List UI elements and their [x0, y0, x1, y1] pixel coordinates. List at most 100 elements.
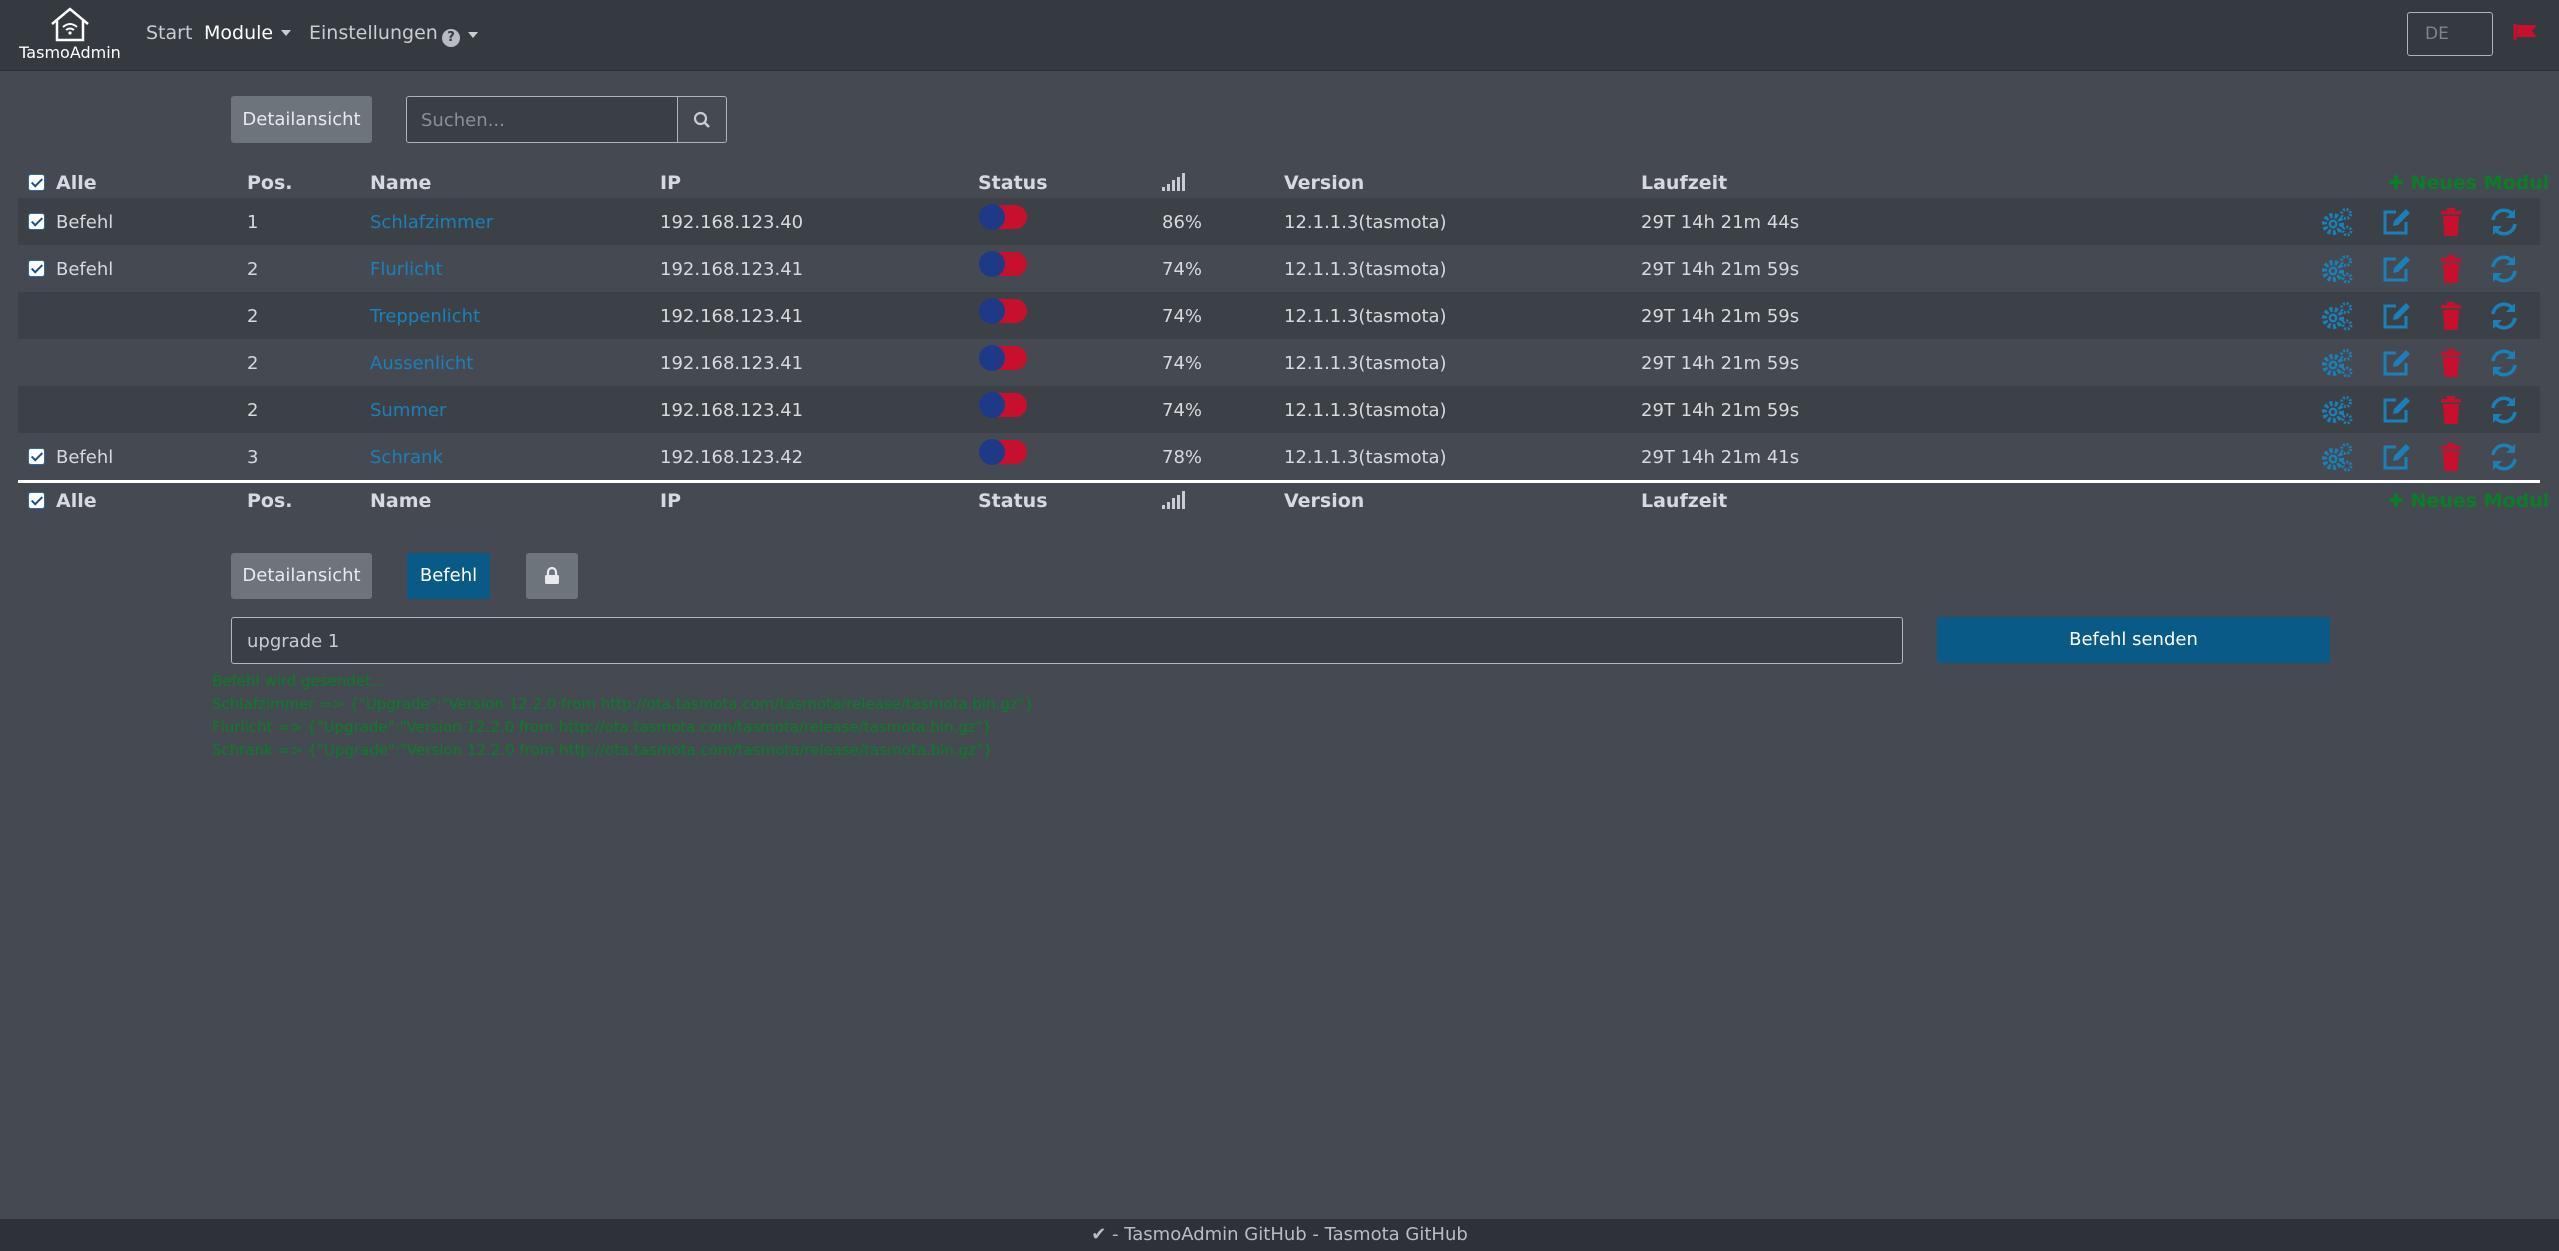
footer-links[interactable]: - TasmoAdmin GitHub - Tasmota GitHub	[1112, 1224, 1468, 1245]
row-version: 12.1.1.3(tasmota)	[1284, 306, 1447, 327]
power-toggle[interactable]	[978, 297, 1030, 325]
row-device-name-link[interactable]: Treppenlicht	[370, 306, 480, 327]
footer-uptime[interactable]: Laufzeit	[1641, 490, 1727, 512]
power-toggle[interactable]	[978, 203, 1030, 231]
trash-icon[interactable]	[2434, 347, 2468, 379]
header-version[interactable]: Version	[1284, 172, 1364, 194]
row-actions	[2320, 347, 2540, 379]
header-name[interactable]: Name	[370, 172, 431, 194]
row-actions	[2320, 206, 2540, 238]
row-ip: 192.168.123.41	[660, 353, 804, 374]
sync-icon[interactable]	[2487, 347, 2521, 379]
row-signal: 78%	[1162, 447, 1203, 468]
output-line: Schrank => {"Upgrade":"Version 12.2.0 fr…	[212, 741, 993, 759]
edit-icon[interactable]	[2379, 347, 2413, 379]
select-all-checkbox[interactable]	[28, 492, 45, 509]
detail-view-button[interactable]: Detailansicht	[231, 96, 372, 143]
footer-ip[interactable]: IP	[660, 490, 681, 512]
row-version: 12.1.1.3(tasmota)	[1284, 212, 1447, 233]
gears-icon[interactable]	[2320, 300, 2354, 332]
header-signal	[1162, 173, 1186, 196]
sync-icon[interactable]	[2487, 394, 2521, 426]
gears-icon[interactable]	[2320, 206, 2354, 238]
row-uptime: 29T 14h 21m 59s	[1641, 353, 1800, 374]
edit-icon[interactable]	[2379, 300, 2413, 332]
lock-button[interactable]	[526, 553, 578, 599]
select-all-checkbox[interactable]	[28, 174, 45, 191]
row-device-name-link[interactable]: Schrank	[370, 447, 443, 468]
footer-version[interactable]: Version	[1284, 490, 1364, 512]
gears-icon[interactable]	[2320, 441, 2354, 473]
search-button[interactable]	[677, 96, 727, 143]
trash-icon[interactable]	[2434, 300, 2468, 332]
header-uptime[interactable]: Laufzeit	[1641, 172, 1727, 194]
gears-icon[interactable]	[2320, 394, 2354, 426]
trash-icon[interactable]	[2434, 394, 2468, 426]
send-command-button[interactable]: Befehl senden	[1937, 617, 2330, 663]
row-actions	[2320, 441, 2540, 473]
row-select-checkbox[interactable]	[28, 213, 45, 230]
footer-signal	[1162, 491, 1186, 514]
brand-name: TasmoAdmin	[19, 43, 121, 62]
trash-icon[interactable]	[2434, 253, 2468, 285]
table-row: 2 Summer 192.168.123.41 74% 12.1.1.3(tasmota…	[18, 386, 2540, 433]
sync-icon[interactable]	[2487, 441, 2521, 473]
header-ip[interactable]: IP	[660, 172, 681, 194]
search-input[interactable]: Suchen...	[406, 96, 678, 143]
row-signal: 86%	[1162, 212, 1203, 233]
detail-view-button-bottom[interactable]: Detailansicht	[231, 553, 372, 599]
nav-help[interactable]: ?	[442, 24, 478, 47]
edit-icon[interactable]	[2379, 441, 2413, 473]
footer-all: Alle	[56, 490, 97, 512]
row-pos: 1	[247, 212, 259, 233]
sync-icon[interactable]	[2487, 253, 2521, 285]
row-device-name-link[interactable]: Schlafzimmer	[370, 212, 493, 233]
nav-start[interactable]: Start	[146, 22, 192, 44]
gears-icon[interactable]	[2320, 347, 2354, 379]
new-module-label: Neues Modul	[2410, 172, 2550, 194]
new-module-link[interactable]: ✚ Neues Modul	[2388, 172, 2549, 194]
command-toggle-button[interactable]: Befehl	[407, 553, 490, 599]
brand-logo[interactable]: TasmoAdmin	[18, 6, 122, 62]
row-ip: 192.168.123.41	[660, 400, 804, 421]
power-toggle[interactable]	[978, 344, 1030, 372]
row-device-name-link[interactable]: Summer	[370, 400, 446, 421]
gears-icon[interactable]	[2320, 253, 2354, 285]
check-icon: ✔	[1091, 1224, 1113, 1245]
row-actions	[2320, 253, 2540, 285]
signal-icon	[1162, 491, 1185, 509]
row-uptime: 29T 14h 21m 41s	[1641, 447, 1800, 468]
signal-icon	[1162, 173, 1185, 191]
table-row: 2 Aussenlicht 192.168.123.41 74% 12.1.1.3(ta…	[18, 339, 2540, 386]
row-ip: 192.168.123.40	[660, 212, 804, 233]
command-input[interactable]: upgrade 1	[231, 617, 1903, 664]
table-row: Befehl 1 Schlafzimmer 192.168.123.40 86% 12.1…	[18, 198, 2540, 245]
sync-icon[interactable]	[2487, 206, 2521, 238]
edit-icon[interactable]	[2379, 253, 2413, 285]
row-pos: 2	[247, 259, 259, 280]
nav-settings[interactable]: Einstellungen	[309, 22, 438, 44]
row-pos: 2	[247, 306, 259, 327]
output-line: Befehl wird gesendet...	[212, 672, 386, 690]
power-toggle[interactable]	[978, 438, 1030, 466]
output-line: Flurlicht => {"Upgrade":"Version 12.2.0 …	[212, 718, 993, 736]
trash-icon[interactable]	[2434, 206, 2468, 238]
row-device-name-link[interactable]: Flurlicht	[370, 259, 443, 280]
row-select-checkbox[interactable]	[28, 448, 45, 465]
footer-pos[interactable]: Pos.	[247, 490, 293, 512]
row-uptime: 29T 14h 21m 59s	[1641, 259, 1800, 280]
footer-name[interactable]: Name	[370, 490, 431, 512]
flag-icon[interactable]	[2513, 22, 2541, 42]
row-device-name-link[interactable]: Aussenlicht	[370, 353, 473, 374]
language-select[interactable]: DE	[2407, 12, 2493, 56]
header-pos[interactable]: Pos.	[247, 172, 293, 194]
edit-icon[interactable]	[2379, 206, 2413, 238]
power-toggle[interactable]	[978, 391, 1030, 419]
edit-icon[interactable]	[2379, 394, 2413, 426]
sync-icon[interactable]	[2487, 300, 2521, 332]
trash-icon[interactable]	[2434, 441, 2468, 473]
new-module-link[interactable]: ✚ Neues Modul	[2388, 490, 2549, 512]
power-toggle[interactable]	[978, 250, 1030, 278]
nav-module[interactable]: Module	[204, 22, 292, 44]
row-select-checkbox[interactable]	[28, 260, 45, 277]
